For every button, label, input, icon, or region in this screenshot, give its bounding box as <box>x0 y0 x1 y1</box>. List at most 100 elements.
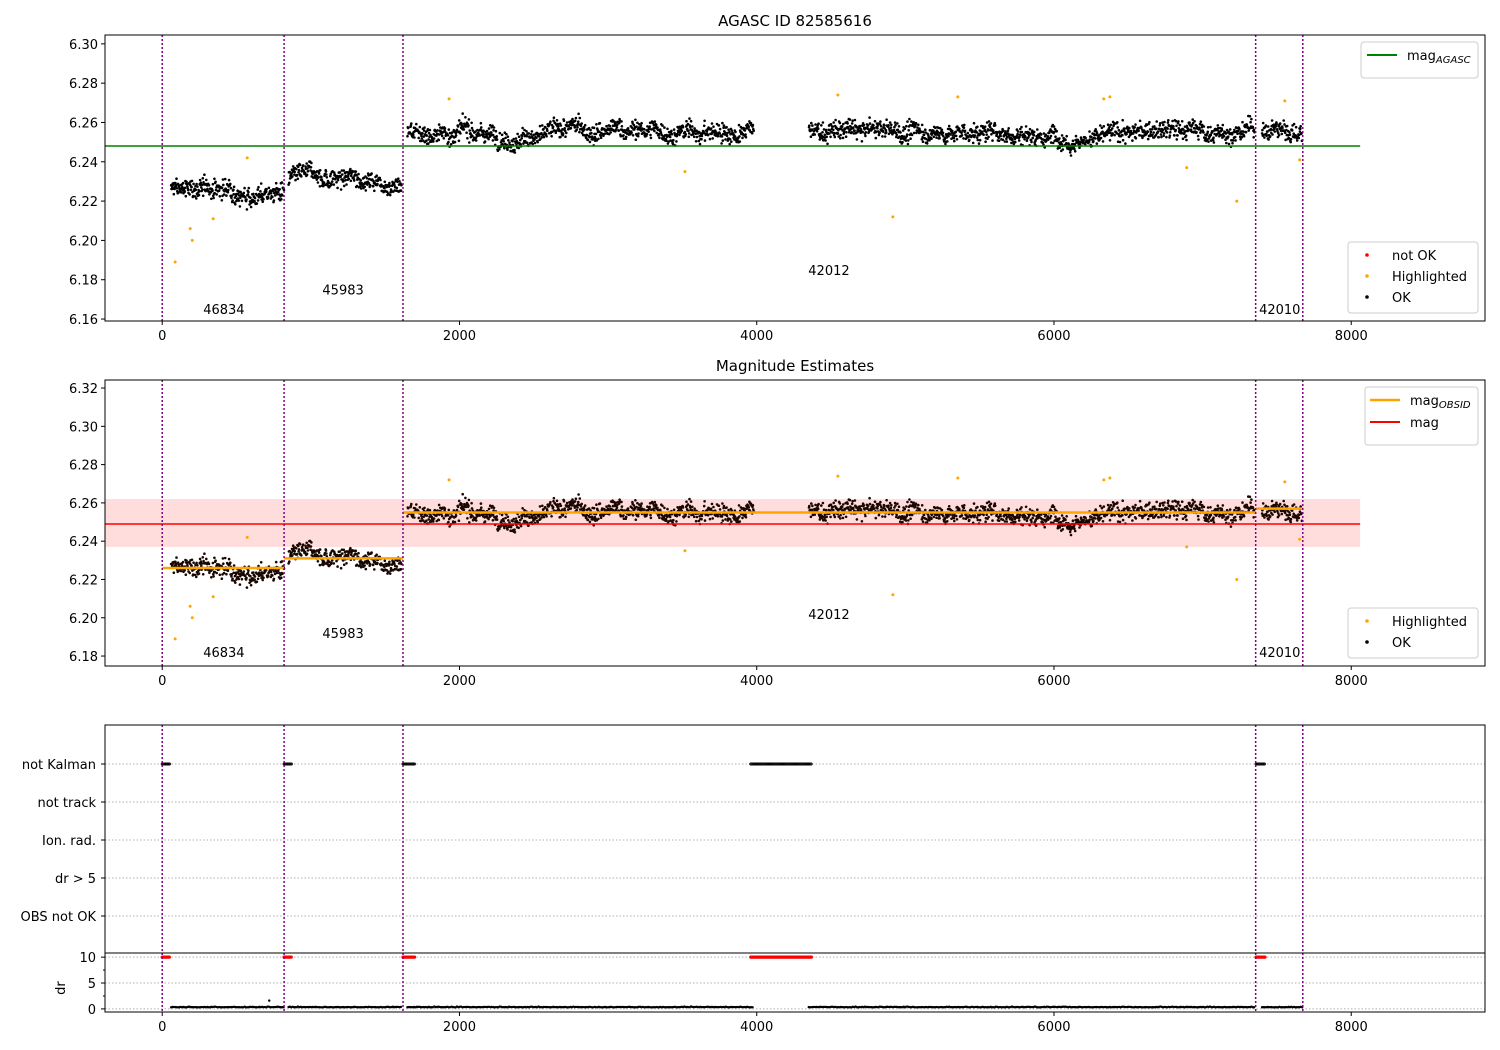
ok-point <box>825 135 828 139</box>
ok-point <box>255 202 259 205</box>
ok-point <box>899 131 902 134</box>
ok-point <box>291 175 294 178</box>
ok-point <box>1118 140 1122 144</box>
ok-point <box>332 183 336 186</box>
ok-point <box>832 121 835 124</box>
ok-point <box>721 519 725 522</box>
ok-point <box>687 129 690 133</box>
ok-point <box>256 188 260 191</box>
ok-point <box>985 133 988 136</box>
ok-point <box>842 130 846 133</box>
ok-point <box>721 121 724 125</box>
ok-point <box>885 118 888 121</box>
ok-point <box>442 137 446 140</box>
ok-point <box>658 516 661 520</box>
ok-point <box>924 128 927 131</box>
ok-point <box>579 505 583 508</box>
ok-point <box>649 516 653 520</box>
ok-point <box>895 513 898 517</box>
ok-point <box>491 139 495 142</box>
ok-point <box>325 173 328 176</box>
ok-point <box>423 506 426 510</box>
ok-point <box>231 577 234 581</box>
ok-point <box>300 554 303 557</box>
ok-point <box>721 139 725 142</box>
ok-point <box>909 137 912 140</box>
ok-point <box>1025 519 1029 523</box>
ok-point <box>935 136 938 139</box>
ok-point <box>896 128 900 132</box>
ok-point <box>338 171 342 174</box>
ok-point <box>514 517 518 520</box>
ok-point <box>330 561 333 565</box>
ok-point <box>844 515 848 519</box>
ok-point <box>213 177 216 181</box>
ok-point <box>410 122 413 125</box>
ok-point <box>653 500 657 504</box>
ok-point <box>976 138 980 142</box>
ok-point <box>712 505 715 509</box>
ok-point <box>536 520 539 524</box>
ok-point <box>823 513 827 517</box>
ok-point <box>1176 134 1179 137</box>
ok-point <box>1020 506 1023 509</box>
chart-title: AGASC ID 82585616 <box>718 12 872 30</box>
ok-point <box>432 520 435 523</box>
ok-point <box>896 502 899 506</box>
ok-point <box>851 499 854 503</box>
ok-point <box>222 183 225 187</box>
ok-point <box>341 173 344 176</box>
ok-point <box>513 148 516 152</box>
ok-point <box>480 126 483 129</box>
ok-point <box>722 124 726 127</box>
ok-point <box>1010 137 1014 141</box>
ok-point <box>832 508 835 512</box>
ok-point <box>842 503 845 506</box>
ok-point <box>1023 138 1026 141</box>
ok-point <box>492 506 496 510</box>
ok-point <box>1049 134 1053 138</box>
ok-point <box>1266 125 1270 128</box>
ok-point <box>887 124 890 127</box>
ok-point <box>247 190 250 194</box>
ok-point <box>885 498 888 502</box>
ok-point <box>330 182 333 186</box>
ok-point <box>205 178 208 182</box>
ok-point <box>555 119 559 122</box>
ok-point <box>1240 135 1244 139</box>
ok-point <box>864 134 867 138</box>
ok-point <box>1108 139 1112 142</box>
ok-point <box>262 576 265 579</box>
ok-point <box>868 496 871 500</box>
ok-point <box>576 126 579 129</box>
ok-point <box>691 125 694 128</box>
ok-point <box>1149 130 1153 134</box>
ok-point <box>973 134 977 137</box>
ok-point <box>569 507 573 510</box>
ok-point <box>220 186 224 190</box>
ok-point <box>575 128 578 132</box>
ok-point <box>905 133 909 136</box>
ok-point <box>201 573 205 576</box>
ok-point <box>503 147 506 150</box>
ok-point <box>656 506 659 510</box>
ok-point <box>710 502 714 506</box>
ok-point <box>718 127 722 131</box>
ok-point <box>388 563 392 566</box>
ok-point <box>1036 508 1039 512</box>
ok-point <box>559 504 563 508</box>
ok-point <box>1285 124 1289 128</box>
ok-point <box>368 183 372 187</box>
ok-point <box>814 503 817 507</box>
ok-point <box>829 515 832 519</box>
legend-marker <box>1365 274 1369 278</box>
ok-point <box>265 187 268 191</box>
ok-point <box>829 123 833 126</box>
ok-point <box>342 184 346 188</box>
ok-point <box>668 135 672 139</box>
ok-point <box>972 502 976 505</box>
ok-point <box>1278 122 1282 125</box>
ok-point <box>437 518 441 522</box>
ok-point <box>267 186 271 190</box>
ok-point <box>620 125 624 128</box>
